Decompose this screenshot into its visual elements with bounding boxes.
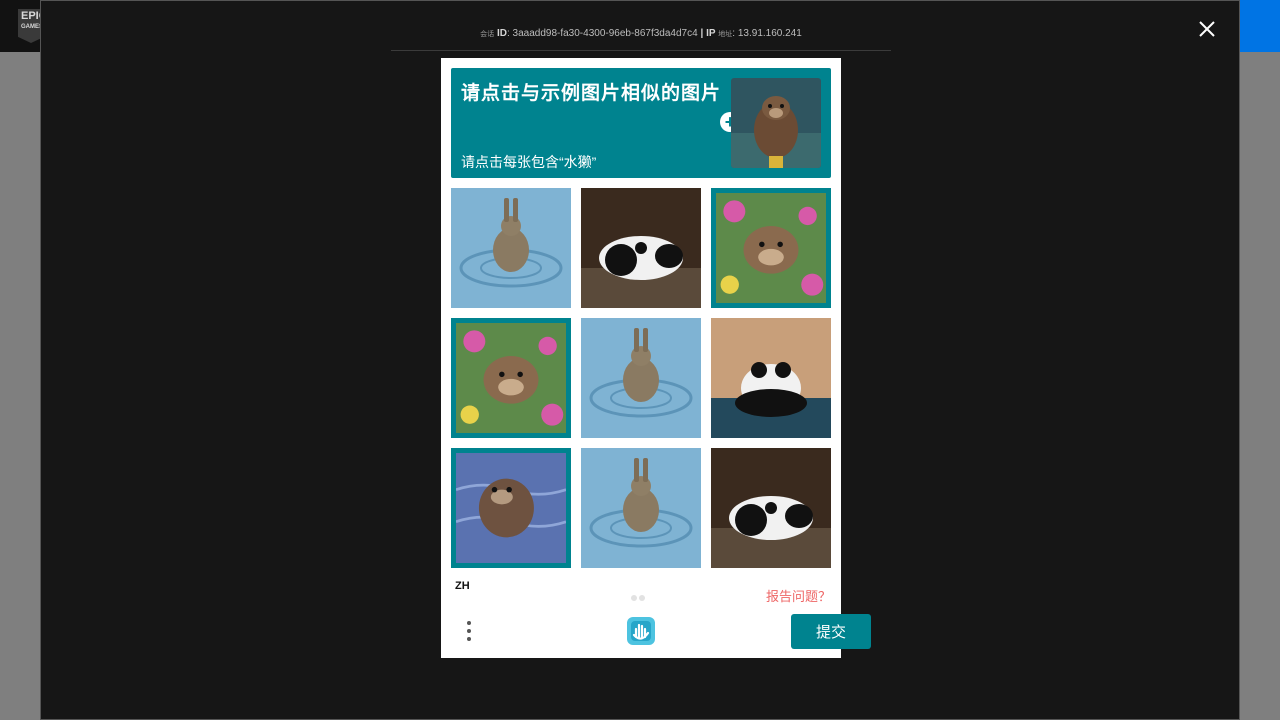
image-tile-panda-on-sofa[interactable] bbox=[581, 188, 701, 308]
image-tile-rabbit-in-water[interactable] bbox=[581, 448, 701, 568]
session-id-value: 3aaadd98-fa30-4300-96eb-867f3da4d7c4 bbox=[512, 28, 698, 39]
page-dot bbox=[631, 595, 637, 601]
session-separator: | bbox=[700, 28, 704, 39]
image-tile-rabbit-in-water[interactable] bbox=[451, 188, 571, 308]
image-tile-panda-on-sofa[interactable] bbox=[711, 448, 831, 568]
prompt-subtitle: 请点击每张包含“水獭” bbox=[461, 154, 597, 170]
submit-button[interactable]: 提交 bbox=[791, 614, 871, 649]
example-otter-image[interactable] bbox=[731, 78, 821, 168]
hcaptcha-hand-icon bbox=[625, 615, 657, 647]
session-id-prefix: 会话 bbox=[480, 31, 495, 38]
ip-label: IP bbox=[706, 28, 716, 39]
prompt-banner: 请点击与示例图片相似的图片 请点击每张包含“水獭” + bbox=[451, 68, 831, 178]
captcha-challenge: 请点击与示例图片相似的图片 请点击每张包含“水獭” + ZH 报告问题？ 提交 bbox=[441, 58, 871, 658]
page-indicator bbox=[631, 588, 647, 606]
ip-prefix: 地址 bbox=[718, 31, 733, 38]
header-divider bbox=[391, 50, 891, 51]
report-issue-link[interactable]: 报告问题？ bbox=[766, 586, 831, 605]
image-tile-otter-in-water[interactable] bbox=[451, 448, 571, 568]
image-tile-otter-in-flowers[interactable] bbox=[451, 318, 571, 438]
more-options-icon[interactable] bbox=[463, 618, 475, 646]
ip-value: 13.91.160.241 bbox=[737, 28, 802, 39]
page-dot bbox=[639, 595, 645, 601]
close-icon[interactable] bbox=[1196, 18, 1218, 40]
session-id-label: ID bbox=[496, 28, 507, 39]
image-tile-otter-in-flowers[interactable] bbox=[711, 188, 831, 308]
session-info: 会话 ID: 3aaadd98-fa30-4300-96eb-867f3da4d… bbox=[480, 28, 802, 39]
image-tile-rabbit-in-water[interactable] bbox=[581, 318, 701, 438]
language-selector[interactable]: ZH bbox=[455, 580, 470, 592]
prompt-title: 请点击与示例图片相似的图片 bbox=[461, 83, 722, 104]
captcha-modal: 会话 ID: 3aaadd98-fa30-4300-96eb-867f3da4d… bbox=[40, 0, 1240, 720]
topbar-accent-button[interactable] bbox=[1236, 0, 1280, 52]
image-tile-panda-in-water[interactable] bbox=[711, 318, 831, 438]
